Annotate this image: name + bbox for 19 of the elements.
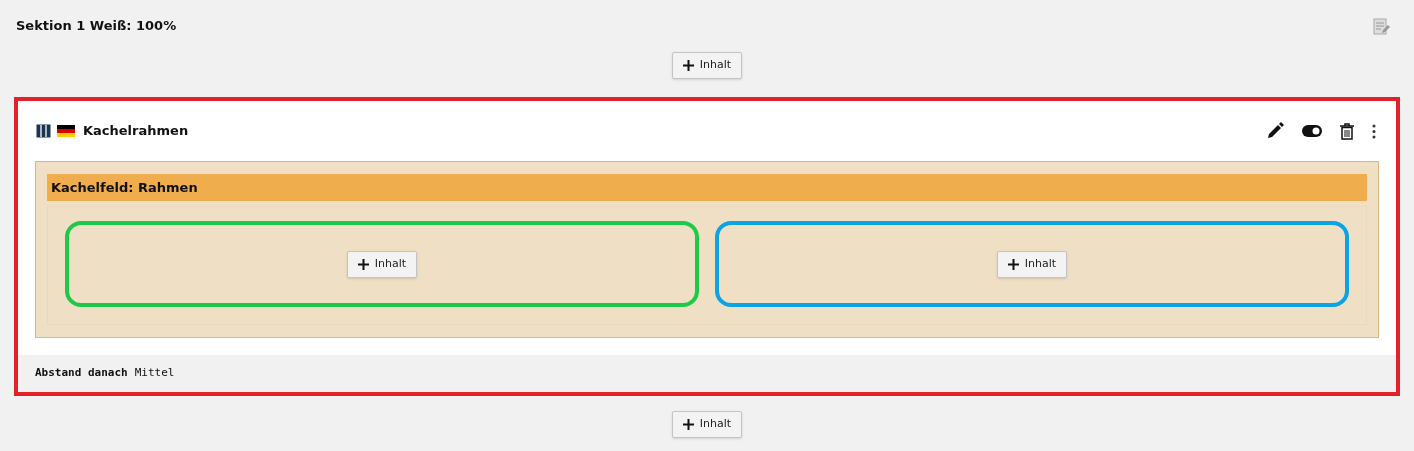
footer-label: Abstand danach [35,365,128,382]
add-content-button[interactable]: Inhalt [671,52,743,79]
toggle-icon[interactable] [1302,125,1322,137]
more-icon[interactable] [1372,123,1376,139]
footer-value: Mittel [134,365,175,382]
add-content-button[interactable]: Inhalt [671,411,743,438]
plus-icon [357,258,369,270]
german-flag-icon [57,125,75,137]
element-title: Kachelrahmen [83,122,189,141]
trash-icon[interactable] [1340,122,1354,140]
pencil-icon[interactable] [1266,122,1284,140]
add-content-button[interactable]: Inhalt [346,250,418,278]
plus-icon [1007,258,1019,270]
columns-icon [36,124,51,138]
section-title: Sektion 1 Weiß: 100% [16,17,177,36]
plus-icon [682,419,694,430]
grid-title: Kachelfeld: Rahmen [51,178,198,197]
plus-icon [682,60,694,71]
add-content-button[interactable]: Inhalt [996,250,1068,278]
